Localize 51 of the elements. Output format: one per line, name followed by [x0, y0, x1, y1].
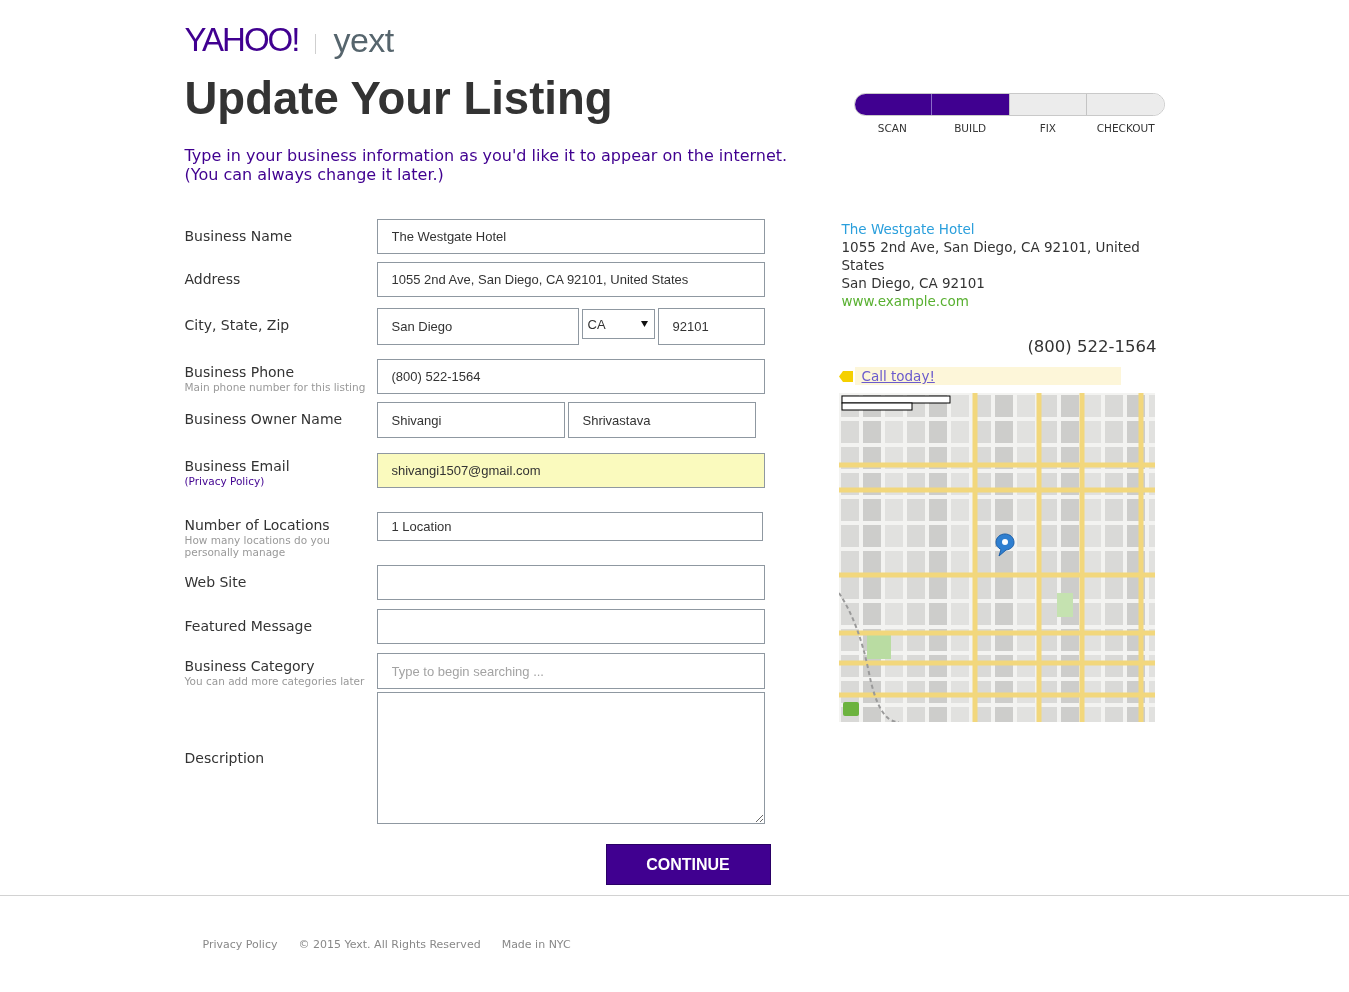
field-label: Business Owner Name [184, 410, 344, 428]
logo-wordmark: yext [333, 23, 394, 58]
page-title: Update Your Listing [184, 74, 614, 124]
text-input[interactable] [376, 565, 765, 600]
search-input[interactable]: Type to begin searching ... [376, 653, 765, 689]
city-text: San Diego, CA 92101 [841, 274, 986, 292]
intro-text: Type in your business information as you'd like it to appear on the internet. [184, 146, 785, 165]
text-input[interactable] [376, 609, 765, 644]
field-label: Featured Message [184, 617, 314, 635]
text-input[interactable]: (800) 522-1564 [376, 359, 765, 394]
text-input[interactable]: The Westgate Hotel [376, 219, 765, 254]
phone-text: (800) 522-1564 [1027, 337, 1157, 357]
map-pin-icon [994, 533, 1015, 557]
continue-button[interactable]: CONTINUE [605, 844, 771, 885]
state-select[interactable]: CA [581, 309, 655, 339]
caret-icon [640, 321, 648, 327]
text-input[interactable]: San Diego [376, 308, 579, 345]
step-label: CHECKOUT [1096, 122, 1155, 135]
text-input[interactable]: 1055 2nd Ave, San Diego, CA 92101, United States [376, 262, 765, 297]
text-input[interactable]: shivangi1507@gmail.com [376, 453, 765, 488]
text-input[interactable]: Shivangi [376, 402, 565, 438]
text-input[interactable]: 92101 [657, 308, 765, 345]
dropdown-select[interactable]: 1 Location [376, 512, 763, 541]
field-label: Business Phone [184, 363, 296, 381]
field-hint: How many locations do you personally manage [184, 534, 331, 558]
field-label: Web Site [184, 573, 248, 591]
step-label: SCAN [877, 122, 907, 135]
field-label: Address [184, 270, 242, 288]
copyright-text: © 2015 Yext. All Rights Reserved [298, 938, 481, 952]
intro-text: (You can always change it later.) [184, 165, 445, 184]
step-label: BUILD [954, 122, 987, 135]
address-text: 1055 2nd Ave, San Diego, CA 92101, United States [841, 238, 1141, 274]
footer-link[interactable]: Privacy Policy [202, 938, 278, 952]
business-name-text: The Westgate Hotel [841, 220, 975, 238]
logo-wordmark: YAHOO! [184, 23, 299, 58]
call-today-link[interactable]: Call today! [861, 368, 935, 384]
field-label: Number of Locations [184, 516, 331, 534]
footer-link[interactable]: Made in NYC [501, 938, 571, 952]
field-hint: You can add more categories later [184, 675, 365, 687]
hint-link[interactable]: (Privacy Policy) [184, 475, 265, 487]
field-label: Business Email [184, 457, 291, 475]
tag-icon [838, 370, 853, 382]
field-label: Description [184, 749, 266, 767]
field-label: Business Category [184, 657, 316, 675]
field-hint: Main phone number for this listing [184, 381, 366, 393]
text-input[interactable]: Shrivastava [567, 402, 756, 438]
text-area[interactable] [376, 692, 765, 824]
field-label: City, State, Zip [184, 316, 291, 334]
website-text: www.example.com [841, 292, 969, 310]
step-label: FIX [1039, 122, 1057, 135]
field-label: Business Name [184, 227, 293, 245]
